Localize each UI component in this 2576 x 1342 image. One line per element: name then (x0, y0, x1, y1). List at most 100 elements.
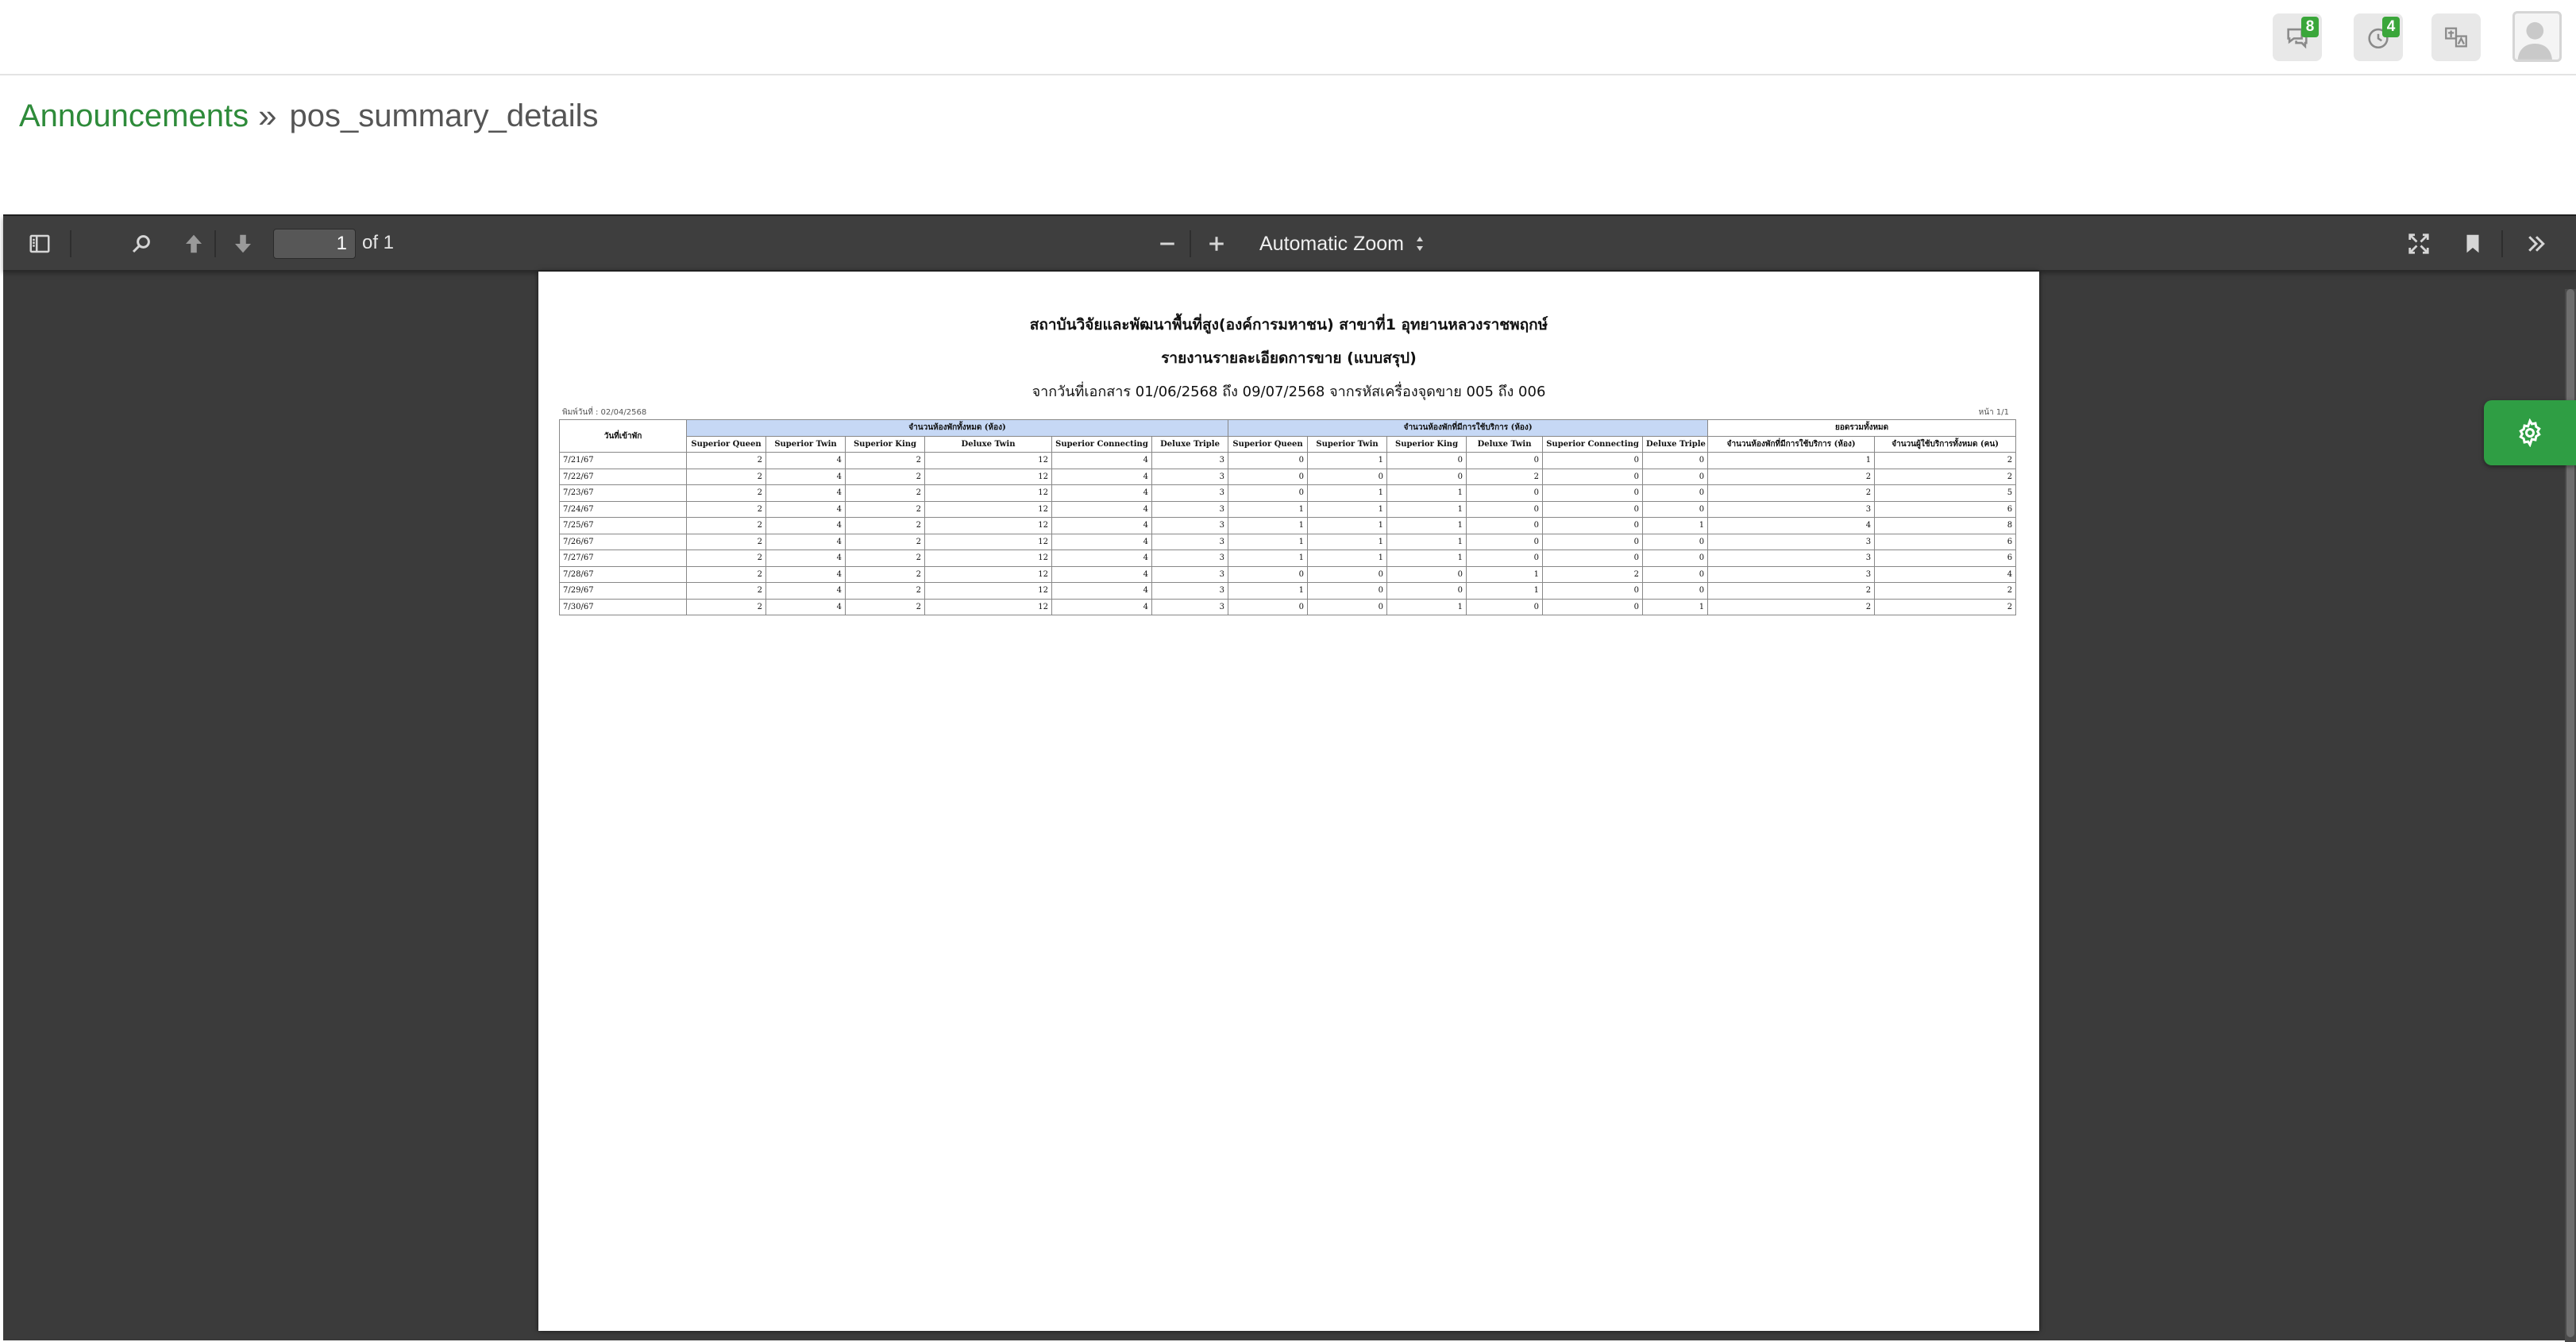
total-cell: 2 (686, 517, 766, 534)
user-avatar-icon (2517, 21, 2552, 60)
toolbar-divider (2501, 230, 2503, 257)
sum-cell: 3 (1707, 550, 1876, 567)
language-button[interactable] (2431, 13, 2481, 61)
settings-button[interactable] (2484, 400, 2576, 465)
tools-menu-button[interactable] (2520, 229, 2552, 259)
date-cell: 7/23/67 (559, 484, 687, 502)
sum-cell: 2 (1874, 582, 2017, 600)
top-bar: 8 4 (0, 0, 2576, 75)
used-cell: 0 (1228, 484, 1309, 502)
used-cell: 1 (1307, 484, 1388, 502)
total-cell: 2 (686, 598, 766, 615)
sidebar-toggle-icon (29, 234, 50, 253)
total-cell: 2 (686, 565, 766, 583)
total-cell: 3 (1151, 517, 1229, 534)
date-header: วันที่เข้าพัก (559, 419, 687, 453)
total-cell: 4 (765, 550, 846, 567)
total-cell: 12 (924, 565, 1052, 583)
bookmark-button[interactable] (2457, 229, 2489, 259)
total-cell: 2 (845, 484, 925, 502)
table-row: 7/26/67 2 4 2 12 4 3 1 1 1 0 0 0 3 6 (559, 533, 2017, 550)
used-cell: 0 (1228, 598, 1309, 615)
total-cell: 2 (686, 533, 766, 550)
presentation-mode-button[interactable] (2403, 229, 2435, 259)
messages-button[interactable]: 8 (2273, 13, 2322, 61)
used-cell: 1 (1307, 533, 1388, 550)
column-header-summary-0: จำนวนห้องพักที่มีการใช้บริการ (ห้อง) (1707, 435, 1876, 453)
sum-cell: 6 (1874, 500, 2017, 518)
total-cell: 2 (686, 550, 766, 567)
total-cell: 12 (924, 582, 1052, 600)
sum-cell: 2 (1874, 598, 2017, 615)
total-cell: 12 (924, 533, 1052, 550)
total-cell: 4 (765, 582, 846, 600)
total-cell: 2 (845, 533, 925, 550)
used-cell: 1 (1386, 533, 1467, 550)
translate-icon (2445, 27, 2467, 48)
used-cell: 0 (1642, 582, 1709, 600)
sum-cell: 8 (1874, 517, 2017, 534)
previous-page-button[interactable] (178, 229, 210, 259)
column-header-total-superior-connecting: Superior Connecting (1051, 435, 1152, 453)
total-cell: 4 (765, 468, 846, 485)
notifications-button[interactable]: 4 (2354, 13, 2403, 61)
used-cell: 1 (1307, 452, 1388, 469)
column-header-total-superior-twin: Superior Twin (765, 435, 846, 453)
sum-cell: 4 (1874, 565, 2017, 583)
group-header-total-rooms: จำนวนห้องพักทั้งหมด (ห้อง) (685, 419, 1229, 437)
date-cell: 7/21/67 (559, 452, 687, 469)
total-cell: 3 (1151, 484, 1229, 502)
sum-cell: 2 (1707, 582, 1876, 600)
used-cell: 1 (1466, 582, 1544, 600)
used-cell: 1 (1386, 500, 1467, 518)
zoom-select[interactable]: Automatic Zoom (1248, 227, 1436, 260)
used-cell: 0 (1542, 517, 1644, 534)
total-cell: 2 (845, 565, 925, 583)
used-cell: 0 (1466, 484, 1544, 502)
column-header-total-superior-queen: Superior Queen (686, 435, 766, 453)
bookmark-icon (2466, 234, 2479, 253)
date-cell: 7/25/67 (559, 517, 687, 534)
pdf-viewer: 1 of 1 Automatic Zoom สถาบันวิจัยและพัฒน… (3, 214, 2576, 1342)
date-cell: 7/24/67 (559, 500, 687, 518)
zoom-out-button[interactable] (1151, 229, 1183, 259)
zoom-in-button[interactable] (1201, 229, 1232, 259)
used-cell: 0 (1542, 582, 1644, 600)
table-row: 7/27/67 2 4 2 12 4 3 1 1 1 0 0 0 3 6 (559, 550, 2017, 567)
page-number-input[interactable]: 1 (273, 229, 356, 259)
used-cell: 1 (1466, 565, 1544, 583)
column-header-used-deluxe-twin: Deluxe Twin (1466, 435, 1544, 453)
used-cell: 0 (1307, 598, 1388, 615)
double-chevron-right-icon (2528, 236, 2545, 252)
sum-cell: 6 (1874, 533, 2017, 550)
total-cell: 2 (845, 582, 925, 600)
date-cell: 7/29/67 (559, 582, 687, 600)
group-header-used-rooms: จำนวนห้องพักที่มีการใช้บริการ (ห้อง) (1228, 419, 1709, 437)
find-button[interactable] (125, 229, 157, 259)
report-page-label: หน้า 1/1 (1978, 408, 2009, 417)
total-cell: 4 (1051, 550, 1152, 567)
zoom-select-value: Automatic Zoom (1259, 233, 1405, 255)
total-cell: 4 (765, 452, 846, 469)
search-icon (132, 235, 150, 253)
sidebar-toggle-button[interactable] (24, 229, 56, 259)
next-page-button[interactable] (227, 229, 259, 259)
report-subtitle: รายงานรายละเอียดการขาย (แบบสรุป) (1161, 349, 1417, 367)
total-cell: 3 (1151, 468, 1229, 485)
sum-cell: 2 (1707, 484, 1876, 502)
sum-cell: 4 (1707, 517, 1876, 534)
used-cell: 0 (1542, 533, 1644, 550)
used-cell: 1 (1386, 484, 1467, 502)
total-cell: 4 (1051, 484, 1152, 502)
user-avatar[interactable] (2512, 11, 2562, 62)
table-row: 7/29/67 2 4 2 12 4 3 1 0 0 1 0 0 2 2 (559, 582, 2017, 600)
total-cell: 4 (1051, 500, 1152, 518)
total-cell: 2 (845, 468, 925, 485)
used-cell: 0 (1642, 500, 1709, 518)
report-date-range: จากวันที่เอกสาร 01/06/2568 ถึง 09/07/256… (1032, 384, 1546, 400)
used-cell: 0 (1307, 468, 1388, 485)
breadcrumb-link-announcements[interactable]: Announcements (19, 98, 249, 134)
total-cell: 4 (1051, 517, 1152, 534)
used-cell: 0 (1386, 468, 1467, 485)
total-cell: 4 (765, 517, 846, 534)
